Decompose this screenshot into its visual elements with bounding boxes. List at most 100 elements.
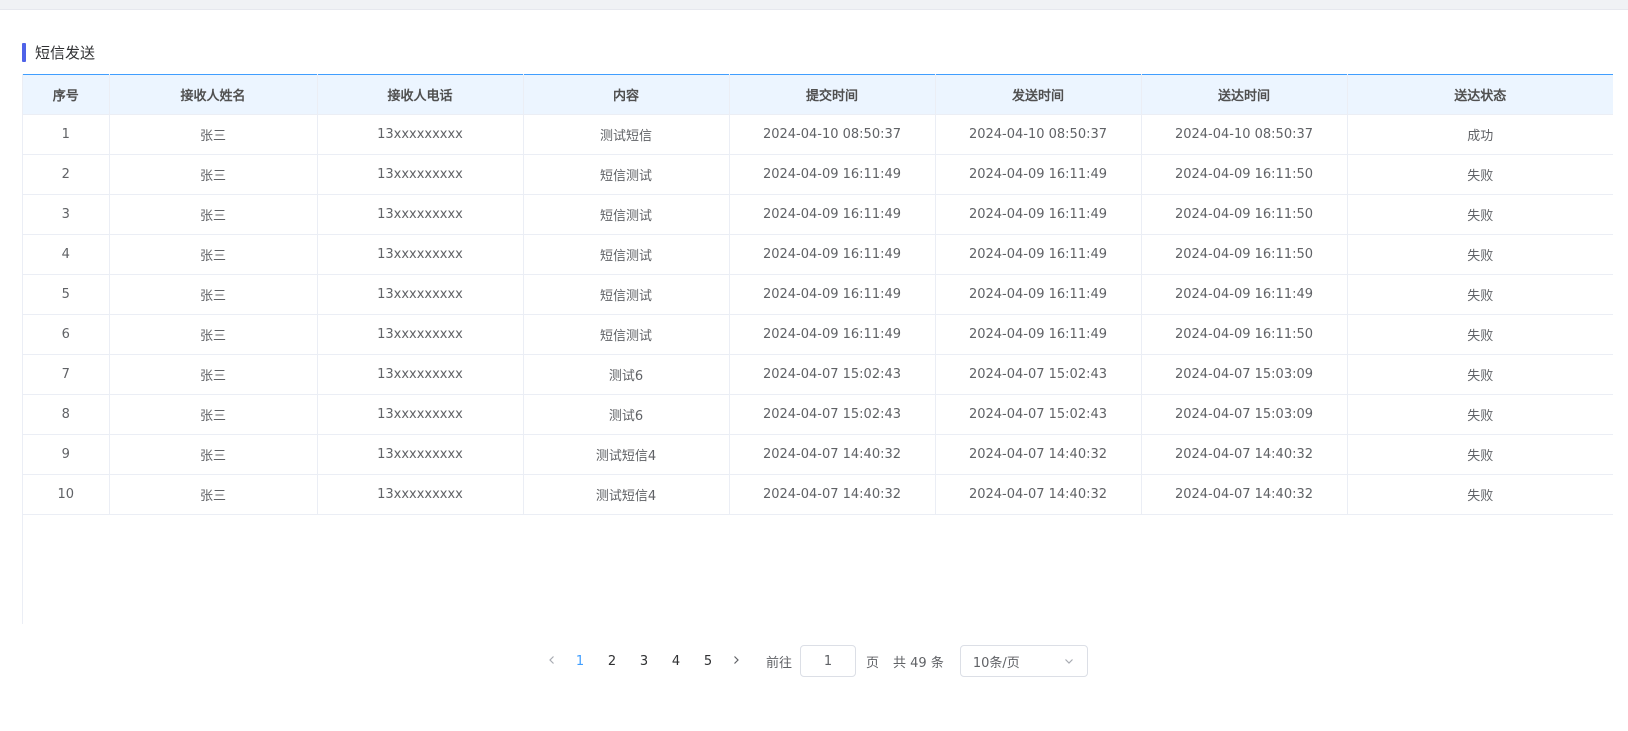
table-row: 1 张三 13xxxxxxxxx 测试短信 2024-04-10 08:50:37 202… [23, 114, 1613, 155]
col-recipient-phone-cell: 13xxxxxxxxx [317, 154, 524, 195]
col-delivered-time-cell: 2024-04-09 16:11:50 [1141, 234, 1348, 275]
col-recipient-phone-cell: 13xxxxxxxxx [317, 194, 524, 235]
col-delivery-status-cell: 失败 [1347, 434, 1613, 475]
page-1-button[interactable]: 1 [564, 654, 596, 669]
col-send-time-cell: 2024-04-07 15:02:43 [935, 394, 1142, 435]
page-4-button[interactable]: 4 [660, 654, 692, 669]
col-content-cell: 测试6 [523, 354, 730, 395]
goto-label: 前往 [766, 655, 793, 671]
col-content-cell: 短信测试 [523, 274, 730, 315]
col-index-cell: 9 [23, 434, 110, 475]
page-size-value: 10条/页 [972, 655, 1020, 671]
col-delivered-time-cell: 2024-04-10 08:50:37 [1141, 114, 1348, 155]
col-delivery-status-cell: 失败 [1347, 394, 1613, 435]
col-delivery-status-cell: 失败 [1347, 154, 1613, 195]
col-send-time-cell: 2024-04-07 15:02:43 [935, 354, 1142, 395]
col-delivered-time-header: 送达时间 [1141, 74, 1348, 115]
col-content-cell: 短信测试 [523, 234, 730, 275]
page-size-select[interactable]: 10条/页 [959, 645, 1088, 677]
sms-table-container: 序号 接收人姓名 接收人电话 内容 提交时间 发送时间 送达时间 送达状态 1 张三 13xxxx… [22, 74, 1613, 624]
col-index-cell: 8 [23, 394, 110, 435]
col-delivered-time-cell: 2024-04-07 14:40:32 [1141, 474, 1348, 515]
col-content-header: 内容 [523, 74, 730, 115]
col-index-header: 序号 [23, 74, 110, 115]
col-recipient-name-cell: 张三 [109, 434, 318, 475]
col-content-cell: 测试短信 [523, 114, 730, 155]
col-recipient-name-cell: 张三 [109, 194, 318, 235]
col-submit-time-cell: 2024-04-07 15:02:43 [729, 354, 936, 395]
page-5-button[interactable]: 5 [692, 654, 724, 669]
chevron-right-icon[interactable] [724, 653, 748, 669]
sms-table: 序号 接收人姓名 接收人电话 内容 提交时间 发送时间 送达时间 送达状态 1 张三 13xxxx… [23, 74, 1613, 515]
table-row: 4 张三 13xxxxxxxxx 短信测试 2024-04-09 16:11:49 202… [23, 234, 1613, 275]
table-row: 10 张三 13xxxxxxxxx 测试短信4 2024-04-07 14:40:32 2… [23, 474, 1613, 515]
section-header: 短信发送 [22, 42, 95, 62]
col-recipient-name-cell: 张三 [109, 354, 318, 395]
top-bar [0, 0, 1628, 10]
col-content-cell: 短信测试 [523, 154, 730, 195]
col-submit-time-cell: 2024-04-10 08:50:37 [729, 114, 936, 155]
col-recipient-phone-cell: 13xxxxxxxxx [317, 434, 524, 475]
page-2-button[interactable]: 2 [596, 654, 628, 669]
table-header-row: 序号 接收人姓名 接收人电话 内容 提交时间 发送时间 送达时间 送达状态 [23, 74, 1613, 115]
col-send-time-cell: 2024-04-09 16:11:49 [935, 194, 1142, 235]
col-delivery-status-cell: 成功 [1347, 114, 1613, 155]
table-body: 1 张三 13xxxxxxxxx 测试短信 2024-04-10 08:50:37 202… [23, 114, 1613, 515]
col-submit-time-cell: 2024-04-07 15:02:43 [729, 394, 936, 435]
col-recipient-name-header: 接收人姓名 [109, 74, 318, 115]
col-submit-time-cell: 2024-04-09 16:11:49 [729, 154, 936, 195]
col-send-time-cell: 2024-04-09 16:11:49 [935, 314, 1142, 355]
col-submit-time-header: 提交时间 [729, 74, 936, 115]
col-content-cell: 测试6 [523, 394, 730, 435]
col-submit-time-cell: 2024-04-09 16:11:49 [729, 194, 936, 235]
col-delivery-status-cell: 失败 [1347, 354, 1613, 395]
col-submit-time-cell: 2024-04-07 14:40:32 [729, 434, 936, 475]
col-delivered-time-cell: 2024-04-09 16:11:49 [1141, 274, 1348, 315]
col-delivered-time-cell: 2024-04-09 16:11:50 [1141, 194, 1348, 235]
goto-suffix: 页 [866, 655, 880, 671]
col-index-cell: 2 [23, 154, 110, 195]
col-delivery-status-cell: 失败 [1347, 274, 1613, 315]
col-recipient-phone-header: 接收人电话 [317, 74, 524, 115]
col-delivered-time-cell: 2024-04-09 16:11:50 [1141, 154, 1348, 195]
col-delivery-status-cell: 失败 [1347, 234, 1613, 275]
col-delivered-time-cell: 2024-04-09 16:11:50 [1141, 314, 1348, 355]
col-send-time-cell: 2024-04-07 14:40:32 [935, 434, 1142, 475]
col-submit-time-cell: 2024-04-07 14:40:32 [729, 474, 936, 515]
col-send-time-cell: 2024-04-09 16:11:49 [935, 274, 1142, 315]
table-row: 3 张三 13xxxxxxxxx 短信测试 2024-04-09 16:11:49 202… [23, 194, 1613, 235]
col-content-cell: 测试短信4 [523, 474, 730, 515]
col-delivery-status-header: 送达状态 [1347, 74, 1613, 115]
col-content-cell: 短信测试 [523, 314, 730, 355]
section-title: 短信发送 [35, 43, 96, 62]
col-content-cell: 短信测试 [523, 194, 730, 235]
col-recipient-name-cell: 张三 [109, 394, 318, 435]
col-index-cell: 1 [23, 114, 110, 155]
chevron-left-icon[interactable] [540, 653, 564, 669]
col-index-cell: 4 [23, 234, 110, 275]
col-index-cell: 6 [23, 314, 110, 355]
col-send-time-cell: 2024-04-09 16:11:49 [935, 154, 1142, 195]
col-delivered-time-cell: 2024-04-07 15:03:09 [1141, 394, 1348, 435]
col-recipient-name-cell: 张三 [109, 474, 318, 515]
col-index-cell: 3 [23, 194, 110, 235]
col-recipient-phone-cell: 13xxxxxxxxx [317, 114, 524, 155]
page-3-button[interactable]: 3 [628, 654, 660, 669]
col-recipient-name-cell: 张三 [109, 274, 318, 315]
goto-page-input[interactable] [800, 645, 857, 677]
col-delivery-status-cell: 失败 [1347, 194, 1613, 235]
section-title-bar [22, 42, 26, 62]
col-index-cell: 7 [23, 354, 110, 395]
total-count: 共 49 条 [893, 655, 944, 671]
col-submit-time-cell: 2024-04-09 16:11:49 [729, 314, 936, 355]
col-recipient-phone-cell: 13xxxxxxxxx [317, 474, 524, 515]
pagination: 1 2 3 4 5 前往 页 共 49 条 10条/页 [540, 645, 1088, 677]
col-recipient-phone-cell: 13xxxxxxxxx [317, 234, 524, 275]
col-recipient-name-cell: 张三 [109, 234, 318, 275]
table-row: 5 张三 13xxxxxxxxx 短信测试 2024-04-09 16:11:49 202… [23, 274, 1613, 315]
col-send-time-header: 发送时间 [935, 74, 1142, 115]
col-submit-time-cell: 2024-04-09 16:11:49 [729, 274, 936, 315]
col-recipient-phone-cell: 13xxxxxxxxx [317, 314, 524, 355]
col-delivery-status-cell: 失败 [1347, 314, 1613, 355]
col-delivery-status-cell: 失败 [1347, 474, 1613, 515]
